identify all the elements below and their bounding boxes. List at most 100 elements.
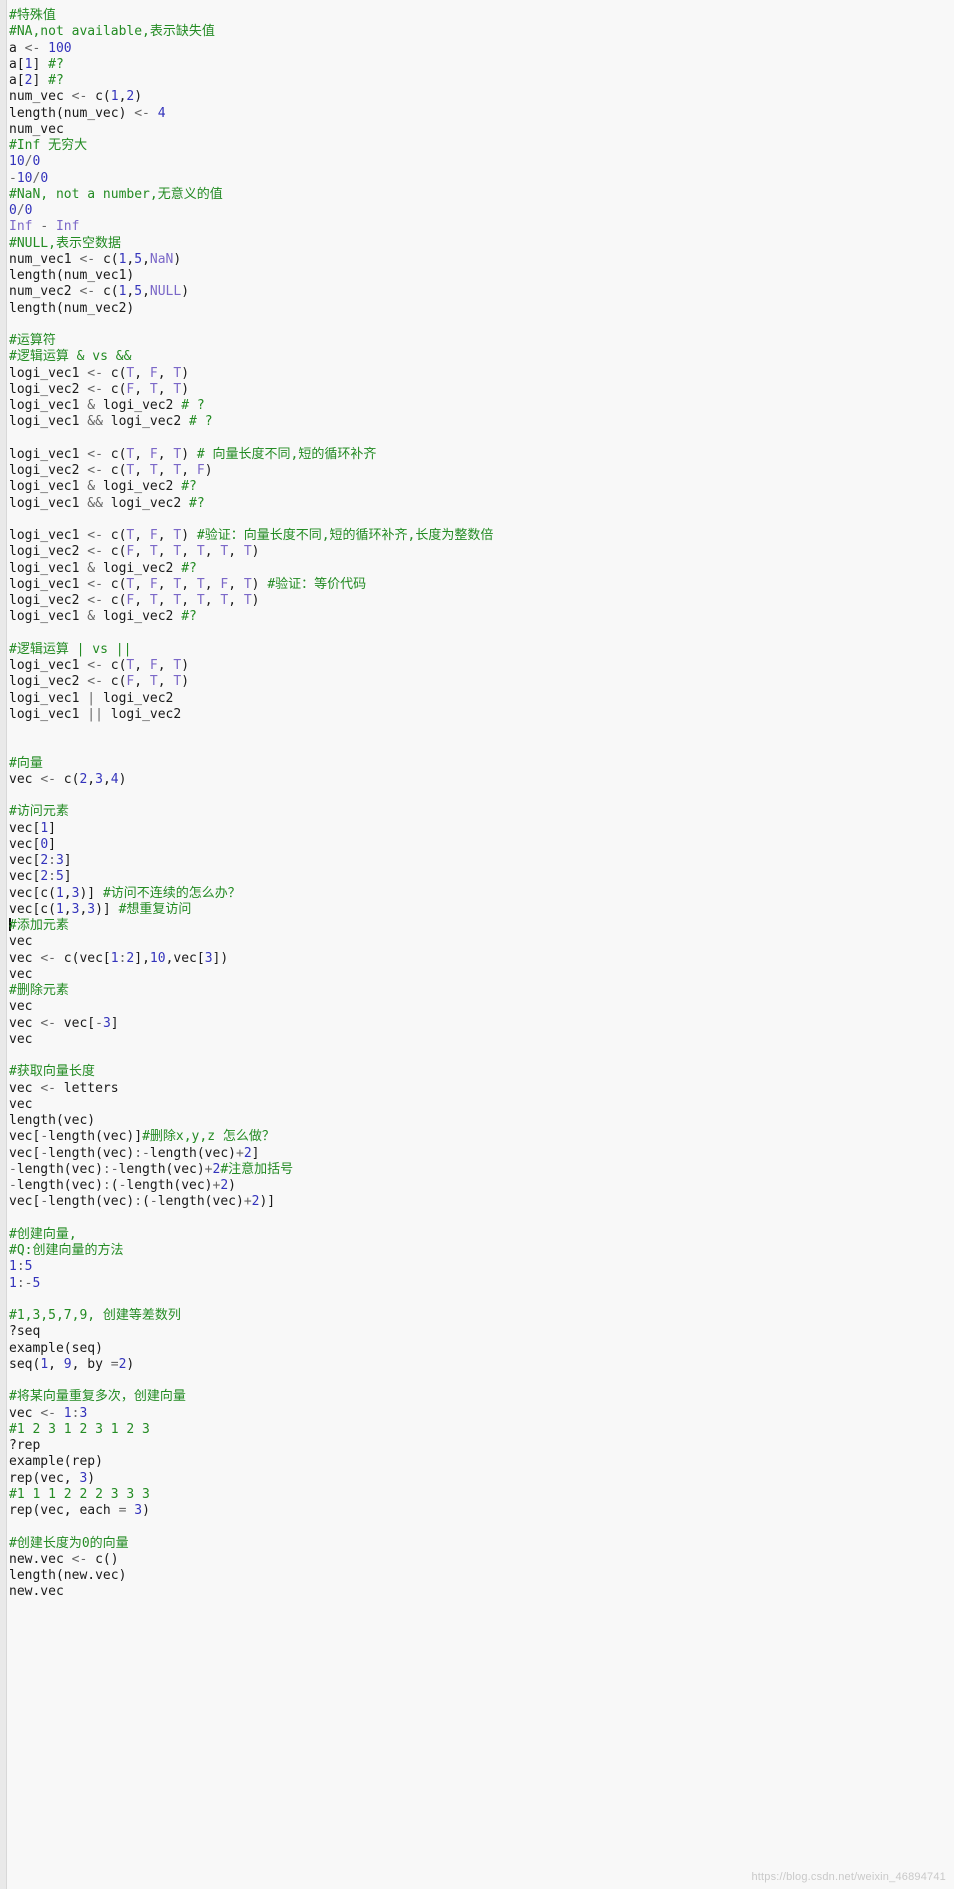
code-line[interactable]: [9, 739, 954, 755]
code-line[interactable]: [9, 723, 954, 739]
code-line[interactable]: vec: [9, 967, 954, 983]
code-line[interactable]: #1 1 1 2 2 2 3 3 3: [9, 1487, 954, 1503]
code-content[interactable]: #特殊值 #NA,not available,表示缺失值 a <- 100 a[1] …: [0, 4, 954, 1601]
code-line[interactable]: 10/0: [9, 154, 954, 170]
code-line[interactable]: #逻辑运算 | vs ||: [9, 642, 954, 658]
code-line[interactable]: logi_vec2 <- c(F, T, T, T, T, T): [9, 593, 954, 609]
code-line[interactable]: a[1] #?: [9, 57, 954, 73]
code-line[interactable]: #特殊值: [9, 8, 954, 24]
code-line[interactable]: vec: [9, 934, 954, 950]
code-line[interactable]: num_vec <- c(1,2): [9, 89, 954, 105]
code-line[interactable]: ?seq: [9, 1324, 954, 1340]
code-line[interactable]: new.vec: [9, 1584, 954, 1600]
code-line[interactable]: vec[c(1,3)] #访问不连续的怎么办？: [9, 886, 954, 902]
code-line[interactable]: seq(1, 9, by =2): [9, 1357, 954, 1373]
code-line[interactable]: #1,3,5,7,9, 创建等差数列: [9, 1308, 954, 1324]
code-line[interactable]: vec[-length(vec):(-length(vec)+2)]: [9, 1194, 954, 1210]
code-line[interactable]: new.vec <- c(): [9, 1552, 954, 1568]
code-line[interactable]: -length(vec):-length(vec)+2#注意加括号: [9, 1162, 954, 1178]
code-line[interactable]: #NaN, not a number,无意义的值: [9, 187, 954, 203]
code-line[interactable]: logi_vec1 && logi_vec2 #?: [9, 496, 954, 512]
code-line[interactable]: [9, 1373, 954, 1389]
code-line[interactable]: length(num_vec2): [9, 301, 954, 317]
code-line[interactable]: vec[2:5]: [9, 869, 954, 885]
code-line[interactable]: length(num_vec) <- 4: [9, 106, 954, 122]
code-line[interactable]: vec[-length(vec)]#删除x,y,z 怎么做？: [9, 1129, 954, 1145]
code-line[interactable]: vec: [9, 1097, 954, 1113]
code-line[interactable]: [9, 788, 954, 804]
code-line[interactable]: num_vec2 <- c(1,5,NULL): [9, 284, 954, 300]
code-line[interactable]: example(seq): [9, 1341, 954, 1357]
code-line[interactable]: logi_vec1 & logi_vec2 #?: [9, 479, 954, 495]
code-line[interactable]: #访问元素: [9, 804, 954, 820]
code-line[interactable]: logi_vec1 <- c(T, F, T): [9, 658, 954, 674]
code-line[interactable]: logi_vec1 <- c(T, F, T) # 向量长度不同,短的循环补齐: [9, 447, 954, 463]
code-line[interactable]: -length(vec):(-length(vec)+2): [9, 1178, 954, 1194]
code-line[interactable]: length(vec): [9, 1113, 954, 1129]
code-line[interactable]: #获取向量长度: [9, 1064, 954, 1080]
code-line[interactable]: logi_vec1 && logi_vec2 # ?: [9, 414, 954, 430]
code-line[interactable]: a <- 100: [9, 41, 954, 57]
code-line[interactable]: -10/0: [9, 171, 954, 187]
code-line[interactable]: logi_vec2 <- c(F, T, T, T, T, T): [9, 544, 954, 560]
code-line[interactable]: 1:5: [9, 1259, 954, 1275]
code-editor[interactable]: #特殊值 #NA,not available,表示缺失值 a <- 100 a[1] …: [0, 0, 954, 1889]
code-line[interactable]: [9, 317, 954, 333]
code-line[interactable]: 1:-5: [9, 1276, 954, 1292]
code-line[interactable]: logi_vec2 <- c(T, T, T, F): [9, 463, 954, 479]
code-line[interactable]: #NA,not available,表示缺失值: [9, 24, 954, 40]
code-line[interactable]: [9, 1519, 954, 1535]
code-line[interactable]: #创建向量,: [9, 1227, 954, 1243]
code-line[interactable]: rep(vec, 3): [9, 1471, 954, 1487]
code-line[interactable]: vec[-length(vec):-length(vec)+2]: [9, 1146, 954, 1162]
code-line[interactable]: vec <- vec[-3]: [9, 1016, 954, 1032]
code-line[interactable]: length(new.vec): [9, 1568, 954, 1584]
code-line[interactable]: logi_vec1 & logi_vec2 #?: [9, 561, 954, 577]
code-line[interactable]: #将某向量重复多次，创建向量: [9, 1389, 954, 1405]
code-line[interactable]: num_vec1 <- c(1,5,NaN): [9, 252, 954, 268]
code-line[interactable]: #创建长度为0的向量: [9, 1536, 954, 1552]
code-line[interactable]: vec[c(1,3,3)] #想重复访问: [9, 902, 954, 918]
code-line[interactable]: [9, 512, 954, 528]
code-line[interactable]: #向量: [9, 756, 954, 772]
code-line[interactable]: [9, 1048, 954, 1064]
code-line[interactable]: vec <- 1:3: [9, 1406, 954, 1422]
code-line[interactable]: #删除元素: [9, 983, 954, 999]
code-line[interactable]: [9, 626, 954, 642]
code-line[interactable]: #运算符: [9, 333, 954, 349]
code-line[interactable]: logi_vec2 <- c(F, T, T): [9, 382, 954, 398]
code-line[interactable]: vec[0]: [9, 837, 954, 853]
code-line[interactable]: logi_vec1 <- c(T, F, T): [9, 366, 954, 382]
code-line[interactable]: #Inf 无穷大: [9, 138, 954, 154]
code-line[interactable]: vec <- c(vec[1:2],10,vec[3]): [9, 951, 954, 967]
code-line[interactable]: rep(vec, each = 3): [9, 1503, 954, 1519]
code-line[interactable]: vec[1]: [9, 821, 954, 837]
code-line[interactable]: vec <- letters: [9, 1081, 954, 1097]
code-line[interactable]: length(num_vec1): [9, 268, 954, 284]
code-line[interactable]: logi_vec1 | logi_vec2: [9, 691, 954, 707]
code-line[interactable]: #Q:创建向量的方法: [9, 1243, 954, 1259]
code-line[interactable]: ?rep: [9, 1438, 954, 1454]
code-line[interactable]: [9, 1211, 954, 1227]
code-line[interactable]: [9, 431, 954, 447]
code-line[interactable]: logi_vec1 <- c(T, F, T) #验证：向量长度不同,短的循环补…: [9, 528, 954, 544]
code-line[interactable]: logi_vec1 <- c(T, F, T, T, F, T) #验证：等价代…: [9, 577, 954, 593]
code-line[interactable]: logi_vec1 & logi_vec2 # ?: [9, 398, 954, 414]
code-line[interactable]: Inf - Inf: [9, 219, 954, 235]
code-line[interactable]: num_vec: [9, 122, 954, 138]
code-line[interactable]: vec <- c(2,3,4): [9, 772, 954, 788]
code-line[interactable]: 0/0: [9, 203, 954, 219]
code-line[interactable]: #NULL,表示空数据: [9, 236, 954, 252]
code-line[interactable]: #添加元素: [9, 918, 954, 934]
code-line[interactable]: example(rep): [9, 1454, 954, 1470]
code-line[interactable]: logi_vec2 <- c(F, T, T): [9, 674, 954, 690]
code-line[interactable]: a[2] #?: [9, 73, 954, 89]
code-line[interactable]: logi_vec1 || logi_vec2: [9, 707, 954, 723]
code-line[interactable]: [9, 1292, 954, 1308]
code-line[interactable]: logi_vec1 & logi_vec2 #?: [9, 609, 954, 625]
code-line[interactable]: #1 2 3 1 2 3 1 2 3: [9, 1422, 954, 1438]
code-line[interactable]: vec[2:3]: [9, 853, 954, 869]
code-line[interactable]: #逻辑运算 & vs &&: [9, 349, 954, 365]
code-line[interactable]: vec: [9, 999, 954, 1015]
code-line[interactable]: vec: [9, 1032, 954, 1048]
